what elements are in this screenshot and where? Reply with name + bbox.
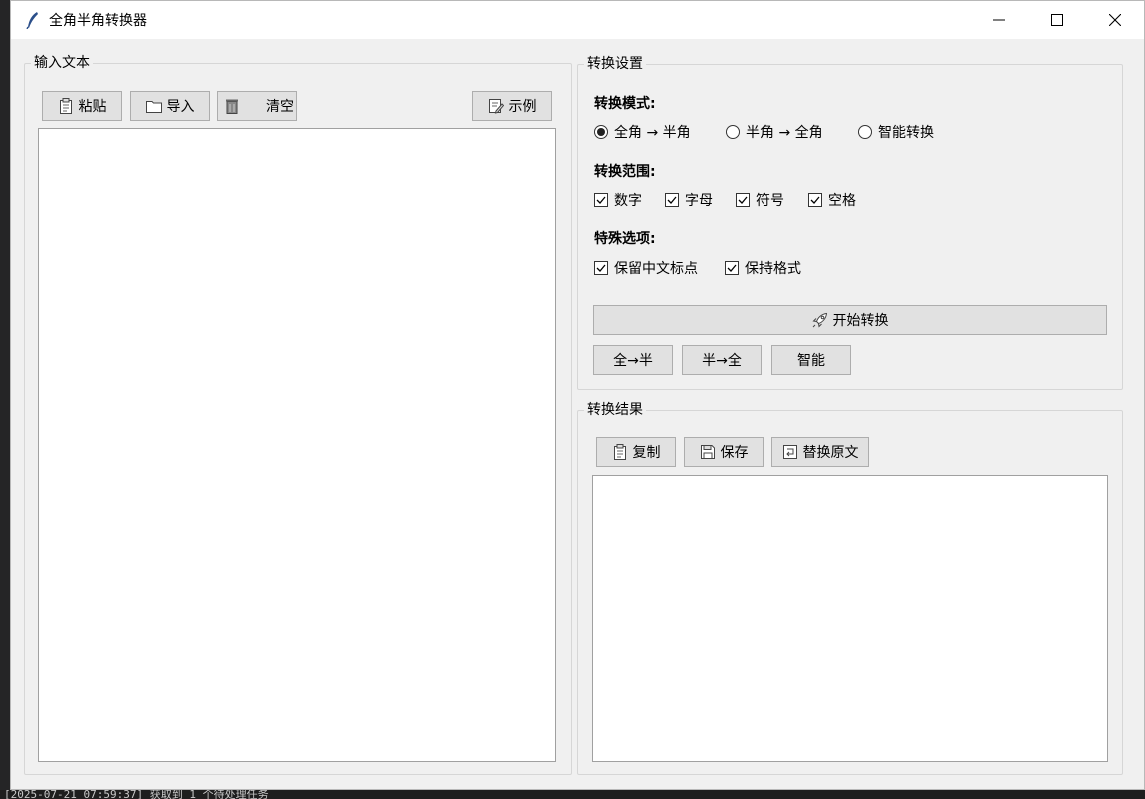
close-button[interactable] [1086, 1, 1144, 39]
checkbox-letters[interactable]: 字母 [665, 190, 713, 210]
checkbox-label: 保持格式 [745, 261, 801, 277]
save-button-label: 保存 [720, 445, 749, 461]
feather-icon [23, 10, 43, 30]
mode-label: 转换模式: [594, 96, 656, 112]
checkbox-label: 数字 [614, 193, 642, 209]
settings-group-label: 转换设置 [584, 55, 646, 73]
save-button[interactable]: 保存 [684, 437, 764, 467]
check-icon [808, 193, 822, 207]
copy-button[interactable]: 复制 [596, 437, 676, 467]
folder-icon [145, 98, 162, 114]
background-log-line: [2025-07-21 07:59:37] 获取到 1 个待处理任务 [0, 790, 1145, 799]
clear-button[interactable]: 清空 [217, 91, 297, 121]
app-window: 全角半角转换器 输入文本 粘贴 导入 清空 示例 转换设置 转换模式: 全角 →… [10, 0, 1145, 790]
radio-indicator [858, 125, 872, 139]
radio-smart[interactable]: 智能转换 [858, 122, 934, 142]
quick-smart-button[interactable]: 智能 [771, 345, 851, 375]
clipboard-icon [58, 98, 74, 114]
radio-indicator [594, 125, 608, 139]
copy-button-label: 复制 [632, 445, 661, 461]
special-label: 特殊选项: [594, 231, 656, 247]
trash-icon [224, 98, 240, 114]
quick-button-label: 智能 [797, 353, 825, 369]
example-button-label: 示例 [508, 99, 537, 115]
quick-half-to-full-button[interactable]: 半→全 [682, 345, 762, 375]
range-label: 转换范围: [594, 164, 656, 180]
radio-label: 半角 → 全角 [746, 125, 823, 141]
radio-label: 智能转换 [878, 125, 934, 141]
clipboard-icon [612, 444, 628, 460]
start-convert-button[interactable]: 开始转换 [593, 305, 1107, 335]
result-group-label: 转换结果 [584, 401, 646, 419]
replace-arrow-icon [782, 444, 798, 460]
background-editor-strip [0, 0, 10, 790]
rocket-icon [811, 312, 828, 328]
check-icon [736, 193, 750, 207]
quick-button-label: 全→半 [613, 353, 653, 369]
quick-button-label: 半→全 [702, 353, 742, 369]
floppy-disk-icon [700, 444, 716, 460]
minimize-icon [993, 19, 1005, 21]
check-icon [725, 261, 739, 275]
radio-indicator [726, 125, 740, 139]
radio-full-to-half[interactable]: 全角 → 半角 [594, 122, 691, 142]
checkbox-keep-cn-punct[interactable]: 保留中文标点 [594, 258, 698, 278]
conversion-settings-group: 转换设置 [577, 55, 1123, 390]
import-button-label: 导入 [166, 99, 195, 115]
check-icon [594, 261, 608, 275]
maximize-icon [1051, 14, 1063, 26]
checkbox-spaces[interactable]: 空格 [808, 190, 856, 210]
clear-button-label: 清空 [266, 99, 294, 115]
checkbox-label: 空格 [828, 193, 856, 209]
replace-original-label: 替换原文 [802, 445, 859, 461]
memo-icon [488, 98, 504, 114]
radio-label: 全角 → 半角 [614, 125, 691, 141]
input-group-label: 输入文本 [31, 54, 93, 72]
paste-button-label: 粘贴 [78, 99, 107, 115]
checkbox-symbols[interactable]: 符号 [736, 190, 784, 210]
checkbox-keep-format[interactable]: 保持格式 [725, 258, 801, 278]
input-text-area[interactable] [38, 128, 556, 762]
checkbox-digits[interactable]: 数字 [594, 190, 642, 210]
start-convert-label: 开始转换 [832, 313, 889, 329]
radio-half-to-full[interactable]: 半角 → 全角 [726, 122, 823, 142]
import-button[interactable]: 导入 [130, 91, 210, 121]
close-icon [1109, 14, 1121, 26]
title-bar: 全角半角转换器 [11, 1, 1144, 39]
replace-original-button[interactable]: 替换原文 [771, 437, 869, 467]
paste-button[interactable]: 粘贴 [42, 91, 122, 121]
checkbox-label: 字母 [685, 193, 713, 209]
minimize-button[interactable] [970, 1, 1028, 39]
checkbox-label: 符号 [756, 193, 784, 209]
result-text-area[interactable] [592, 475, 1108, 762]
maximize-button[interactable] [1028, 1, 1086, 39]
window-title: 全角半角转换器 [49, 13, 147, 29]
check-icon [665, 193, 679, 207]
check-icon [594, 193, 608, 207]
checkbox-label: 保留中文标点 [614, 261, 698, 277]
quick-full-to-half-button[interactable]: 全→半 [593, 345, 673, 375]
example-button[interactable]: 示例 [472, 91, 552, 121]
